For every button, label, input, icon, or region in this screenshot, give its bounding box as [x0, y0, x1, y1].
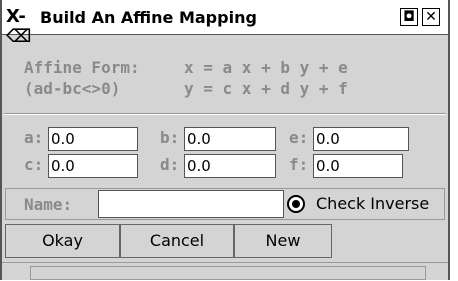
field-c-input[interactable]: 0.0: [48, 154, 138, 178]
check-inverse-label[interactable]: Check Inverse: [316, 194, 429, 213]
name-label: Name:: [24, 195, 73, 214]
field-f-label: f:: [289, 155, 309, 174]
divider: [4, 113, 446, 115]
check-inverse-radio[interactable]: [287, 195, 305, 213]
affine-mapping-window: X-⌫ Build An Affine Mapping ◘ ✕ Affine F…: [0, 0, 450, 280]
field-e-label: e:: [289, 128, 309, 147]
maximize-icon[interactable]: ◘: [400, 8, 418, 26]
new-button[interactable]: New: [234, 224, 332, 258]
title-bar[interactable]: X-⌫ Build An Affine Mapping ◘ ✕: [2, 0, 448, 47]
field-a-label: a:: [24, 128, 44, 147]
okay-button[interactable]: Okay: [5, 224, 120, 258]
field-d-input[interactable]: 0.0: [184, 154, 276, 178]
field-a-input[interactable]: 0.0: [48, 127, 138, 151]
equation-y: y = c x + d y + f: [184, 79, 348, 98]
field-b-input[interactable]: 0.0: [184, 127, 276, 151]
window-menu-icon[interactable]: X-⌫: [6, 7, 36, 47]
field-d-label: d:: [160, 155, 180, 174]
equation-x: x = a x + b y + e: [184, 58, 348, 77]
condition-label: (ad-bc<>0): [24, 79, 121, 98]
field-e-input[interactable]: 0.0: [313, 127, 409, 151]
field-b-label: b:: [160, 128, 180, 147]
window-title: Build An Affine Mapping: [40, 8, 257, 27]
cancel-button[interactable]: Cancel: [120, 224, 234, 258]
close-icon[interactable]: ✕: [422, 8, 440, 26]
bottom-frame-inner: [30, 266, 426, 280]
name-input[interactable]: [98, 190, 284, 218]
affine-form-label: Affine Form:: [24, 58, 140, 77]
field-f-input[interactable]: 0.0: [313, 154, 403, 178]
radio-selected-dot: [292, 200, 300, 208]
field-c-label: c:: [24, 155, 44, 174]
